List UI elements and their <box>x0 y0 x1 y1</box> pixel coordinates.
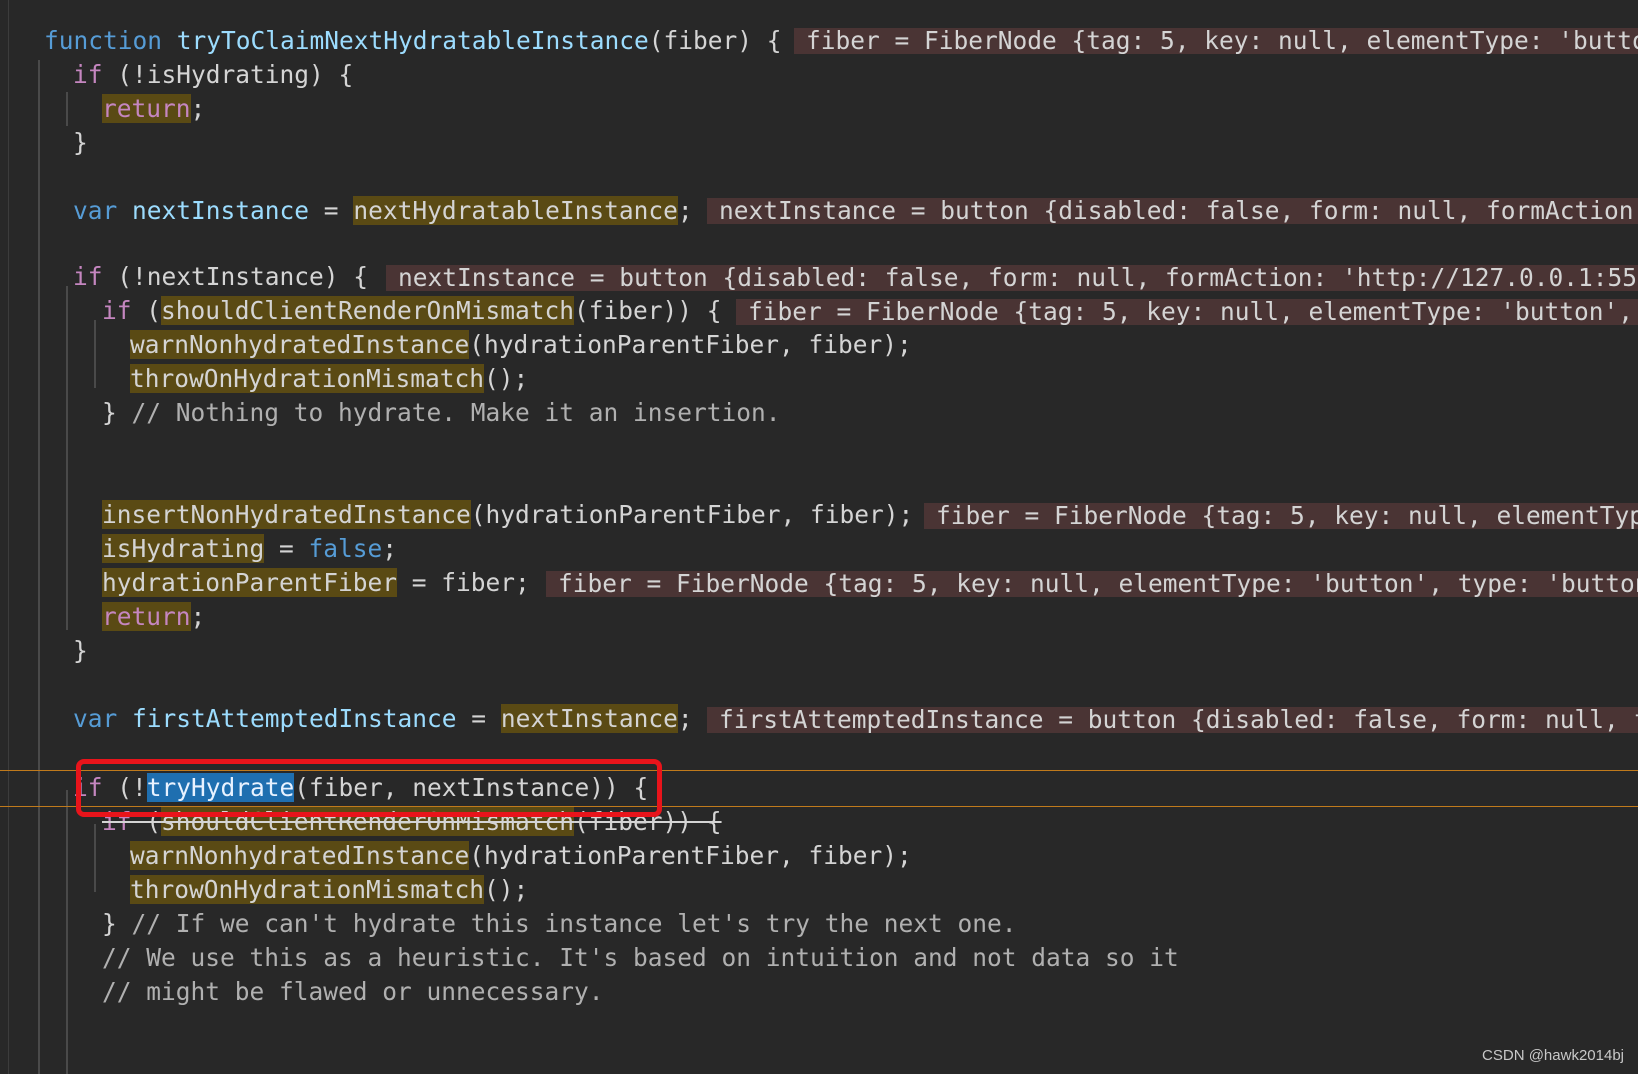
inline-debug-value: fiber = FiberNode {tag: 5, key: null, el… <box>736 299 1638 325</box>
code-line-9[interactable]: if (shouldClientRenderOnMismatch(fiber))… <box>102 294 722 328</box>
inline-debug-value: fiber = FiberNode {tag: 5, key: null, el… <box>924 503 1638 529</box>
highlighted-function: throwOnHydrationMismatch <box>130 364 485 393</box>
keyword: if <box>73 60 103 89</box>
operator: = <box>309 196 354 225</box>
code-text: (fiber)) { <box>574 296 722 325</box>
red-annotation-box <box>76 759 662 817</box>
keyword-return: return <box>102 94 191 123</box>
code-line-2[interactable]: if (!isHydrating) { <box>73 58 353 92</box>
code-text: (); <box>484 875 529 904</box>
highlighted-variable: hydrationParentFiber <box>102 568 398 597</box>
code-text: ; <box>190 602 206 631</box>
variable-name: nextInstance <box>132 196 310 225</box>
indent-guide <box>94 824 96 892</box>
semicolon: ; <box>382 534 398 563</box>
code-line-15[interactable]: insertNonHydratedInstance(hydrationParen… <box>102 498 913 532</box>
closing-brace: } <box>73 636 88 665</box>
code-line-8[interactable]: if (!nextInstance) { <box>73 260 368 294</box>
inline-debug-value: firstAttemptedInstance = button {disable… <box>707 707 1638 733</box>
code-line-1[interactable]: function tryToClaimNextHydratableInstanc… <box>44 24 782 58</box>
highlighted-value: nextInstance <box>500 704 678 733</box>
indent-guide <box>66 92 68 126</box>
code-comment: // We use this as a heuristic. It's base… <box>102 943 1179 972</box>
indent-guide <box>94 320 96 388</box>
code-editor[interactable]: function tryToClaimNextHydratableInstanc… <box>0 0 1638 1074</box>
keyword: var <box>73 704 118 733</box>
code-text: (fiber) { <box>648 26 782 55</box>
function-name: tryToClaimNextHydratableInstance <box>176 26 649 55</box>
code-line-28[interactable]: // We use this as a heuristic. It's base… <box>102 941 1179 975</box>
code-text: (); <box>484 364 529 393</box>
keyword: if <box>102 296 132 325</box>
indent-guide <box>66 286 68 630</box>
code-text: (!isHydrating) { <box>102 60 354 89</box>
operator: = <box>456 704 501 733</box>
code-line-3[interactable]: return; <box>102 92 205 126</box>
code-line-18[interactable]: return; <box>102 600 205 634</box>
highlighted-function: shouldClientRenderOnMismatch <box>161 296 575 325</box>
code-line-12[interactable]: } // Nothing to hydrate. Make it an inse… <box>102 396 781 430</box>
code-line-25[interactable]: warnNonhydratedInstance(hydrationParentF… <box>130 839 912 873</box>
keyword: var <box>73 196 118 225</box>
code-text: (!nextInstance) { <box>102 262 369 291</box>
code-line-10[interactable]: warnNonhydratedInstance(hydrationParentF… <box>130 328 912 362</box>
code-comment: // Nothing to hydrate. Make it an insert… <box>116 398 781 427</box>
code-text: (hydrationParentFiber, fiber); <box>469 841 912 870</box>
highlighted-function: warnNonhydratedInstance <box>130 841 470 870</box>
code-line-26[interactable]: throwOnHydrationMismatch(); <box>130 873 528 907</box>
keyword-return: return <box>102 602 191 631</box>
boolean-value: false <box>308 534 383 563</box>
code-text: (hydrationParentFiber, fiber); <box>470 500 914 529</box>
code-text: (hydrationParentFiber, fiber); <box>469 330 912 359</box>
semicolon: ; <box>677 196 693 225</box>
keyword: function <box>44 26 163 55</box>
code-text: ; <box>190 94 206 123</box>
inline-debug-value: nextInstance = button {disabled: false, … <box>707 198 1638 224</box>
code-comment: // might be flawed or unnecessary. <box>102 977 604 1006</box>
closing-brace: } <box>73 128 88 157</box>
code-line-19[interactable]: } <box>73 634 88 668</box>
highlighted-value: nextHydratableInstance <box>353 196 678 225</box>
highlighted-variable: isHydrating <box>102 534 265 563</box>
closing-brace: } <box>102 909 117 938</box>
code-line-6[interactable]: var nextInstance = nextHydratableInstanc… <box>73 194 693 228</box>
inline-debug-value: fiber = FiberNode {tag: 5, key: null, el… <box>546 571 1638 597</box>
operator: = <box>264 534 309 563</box>
code-line-11[interactable]: throwOnHydrationMismatch(); <box>130 362 528 396</box>
variable-name: firstAttemptedInstance <box>132 704 457 733</box>
inline-debug-value: fiber = FiberNode {tag: 5, key: null, el… <box>794 28 1638 54</box>
indent-guide <box>38 60 40 1074</box>
code-line-27[interactable]: } // If we can't hydrate this instance l… <box>102 907 1017 941</box>
inline-debug-value: nextInstance = button {disabled: false, … <box>386 265 1638 291</box>
code-line-16[interactable]: isHydrating = false; <box>102 532 397 566</box>
code-line-4[interactable]: } <box>73 126 88 160</box>
code-text: ( <box>131 296 162 325</box>
code-text: = fiber; <box>397 568 530 597</box>
code-line-21[interactable]: var firstAttemptedInstance = nextInstanc… <box>73 702 693 736</box>
closing-brace: } <box>102 398 117 427</box>
highlighted-function: warnNonhydratedInstance <box>130 330 470 359</box>
highlighted-function: insertNonHydratedInstance <box>102 500 471 529</box>
keyword: if <box>73 262 103 291</box>
indent-guide <box>66 790 68 1074</box>
gutter-border <box>8 0 9 1074</box>
highlighted-function: throwOnHydrationMismatch <box>130 875 485 904</box>
code-line-17[interactable]: hydrationParentFiber = fiber; <box>102 566 530 600</box>
code-comment: // If we can't hydrate this instance let… <box>116 909 1017 938</box>
code-line-29[interactable]: // might be flawed or unnecessary. <box>102 975 604 1009</box>
semicolon: ; <box>677 704 693 733</box>
watermark: CSDN @hawk2014bj <box>1482 1047 1624 1064</box>
